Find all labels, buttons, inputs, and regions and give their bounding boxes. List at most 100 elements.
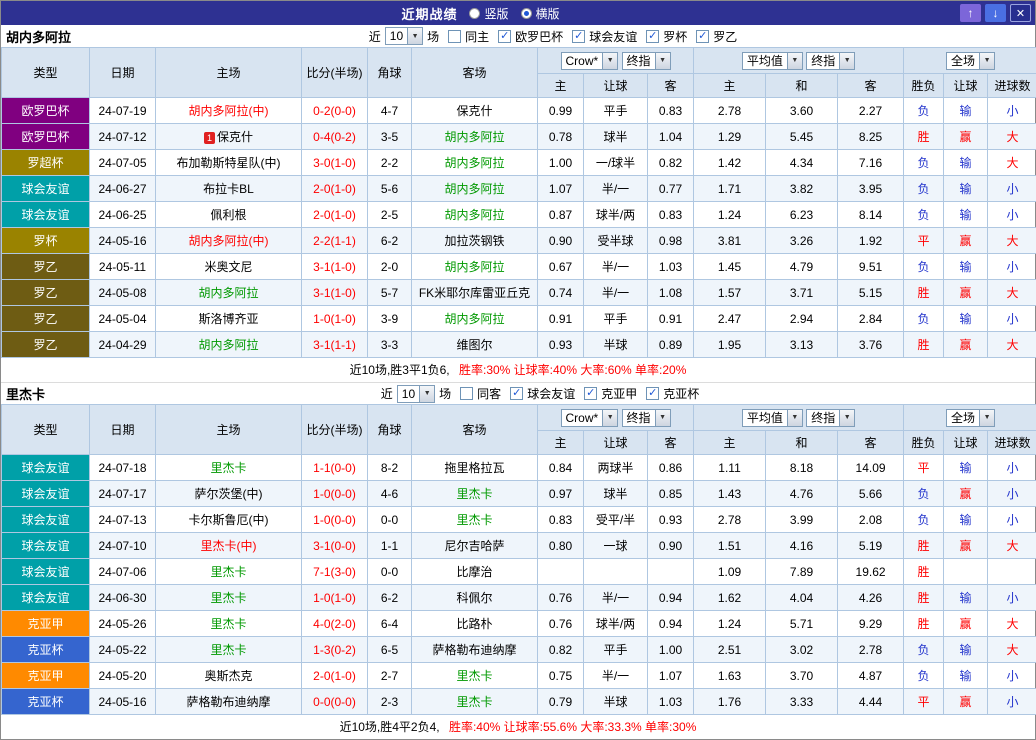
same-venue-checkbox[interactable] bbox=[460, 387, 473, 400]
avg-home: 1.95 bbox=[694, 332, 766, 358]
odds-final-select[interactable]: 终指▼ bbox=[622, 409, 671, 427]
view-option-label: 竖版 bbox=[484, 5, 508, 22]
odds-home: 0.84 bbox=[538, 455, 584, 481]
avg-home: 2.47 bbox=[694, 306, 766, 332]
match-count-select[interactable]: 10▼ bbox=[385, 27, 423, 45]
away-team: 萨格勒布迪纳摩 bbox=[412, 637, 538, 663]
avg-final-select[interactable]: 终指▼ bbox=[806, 409, 855, 427]
view-option[interactable]: 横版 bbox=[521, 5, 560, 22]
summary-rates: 胜率:30% 让球率:40% 大率:60% 单率:20% bbox=[459, 363, 686, 377]
result-goals bbox=[988, 559, 1036, 585]
away-team: 比摩治 bbox=[412, 559, 538, 585]
league-filter-checkbox[interactable]: ✓ bbox=[510, 387, 523, 400]
league-tag: 球会友谊 bbox=[2, 176, 90, 202]
avg-select[interactable]: 平均值▼ bbox=[742, 52, 803, 70]
match-date: 24-07-18 bbox=[90, 455, 156, 481]
col-corner: 角球 bbox=[368, 405, 412, 455]
odds-home: 1.07 bbox=[538, 176, 584, 202]
score: 1-3(0-2) bbox=[302, 637, 368, 663]
avg-final-value: 终指 bbox=[807, 52, 839, 69]
away-team-name: 胡内多阿拉 bbox=[444, 156, 504, 170]
league-filter-checkbox[interactable]: ✓ bbox=[646, 387, 659, 400]
away-team: 胡内多阿拉 bbox=[412, 124, 538, 150]
away-team: 拖里格拉瓦 bbox=[412, 455, 538, 481]
odds-source-select[interactable]: Crow*▼ bbox=[561, 52, 619, 70]
odds-handicap: 半球 bbox=[584, 689, 648, 715]
avg-home: 1.71 bbox=[694, 176, 766, 202]
odds-home: 0.67 bbox=[538, 254, 584, 280]
odds-home: 0.83 bbox=[538, 507, 584, 533]
avg-draw: 4.79 bbox=[766, 254, 838, 280]
away-team-name: 科佩尔 bbox=[456, 591, 492, 605]
home-team-name: 里杰卡 bbox=[210, 643, 246, 657]
league-filter-checkbox[interactable]: ✓ bbox=[696, 30, 709, 43]
avg-away: 7.16 bbox=[838, 150, 904, 176]
col-score: 比分(半场) bbox=[302, 48, 368, 98]
result-wdl: 负 bbox=[904, 306, 944, 332]
odds-handicap: 球半 bbox=[584, 124, 648, 150]
league-tag: 克亚甲 bbox=[2, 611, 90, 637]
match-date: 24-05-20 bbox=[90, 663, 156, 689]
window-controls: ↑ ↓ ✕ bbox=[960, 4, 1031, 22]
close-button[interactable]: ✕ bbox=[1010, 4, 1031, 22]
col-date: 日期 bbox=[90, 405, 156, 455]
avg-draw: 5.45 bbox=[766, 124, 838, 150]
score: 3-1(0-0) bbox=[302, 533, 368, 559]
odds-source-select[interactable]: Crow*▼ bbox=[561, 409, 619, 427]
away-team-name: 胡内多阿拉 bbox=[444, 182, 504, 196]
avg-select[interactable]: 平均值▼ bbox=[742, 409, 803, 427]
avg-away: 2.84 bbox=[838, 306, 904, 332]
avg-home: 3.81 bbox=[694, 228, 766, 254]
away-team: 胡内多阿拉 bbox=[412, 306, 538, 332]
league-tag: 罗杯 bbox=[2, 228, 90, 254]
odds-away: 0.83 bbox=[648, 202, 694, 228]
result-goals: 小 bbox=[988, 585, 1036, 611]
league-filter-checkbox[interactable]: ✓ bbox=[498, 30, 511, 43]
match-row: 克亚杯24-05-22里杰卡1-3(0-2)6-5萨格勒布迪纳摩0.82平手1.… bbox=[2, 637, 1036, 663]
odds-home: 0.87 bbox=[538, 202, 584, 228]
odds-handicap: 两球半 bbox=[584, 455, 648, 481]
match-row: 球会友谊24-07-06里杰卡7-1(3-0)0-0比摩治1.097.8919.… bbox=[2, 559, 1036, 585]
corner-score: 3-9 bbox=[368, 306, 412, 332]
result-wdl: 胜 bbox=[904, 585, 944, 611]
corner-score: 2-7 bbox=[368, 663, 412, 689]
section-head: 胡内多阿拉 近10▼场同主✓欧罗巴杯✓球会友谊✓罗杯✓罗乙 bbox=[1, 25, 1035, 47]
scope-value: 全场 bbox=[947, 409, 979, 426]
corner-score: 6-2 bbox=[368, 585, 412, 611]
away-team: 胡内多阿拉 bbox=[412, 254, 538, 280]
move-up-button[interactable]: ↑ bbox=[960, 4, 981, 22]
score: 0-0(0-0) bbox=[302, 689, 368, 715]
odds-home: 0.97 bbox=[538, 481, 584, 507]
league-filter-checkbox[interactable]: ✓ bbox=[646, 30, 659, 43]
same-venue-checkbox[interactable] bbox=[448, 30, 461, 43]
result-handicap: 输 bbox=[944, 98, 988, 124]
home-team-name: 保克什 bbox=[217, 130, 253, 144]
avg-header-cell: 平均值▼ 终指▼ bbox=[694, 405, 904, 431]
avg-home: 1.11 bbox=[694, 455, 766, 481]
scope-select[interactable]: 全场▼ bbox=[946, 52, 995, 70]
view-option[interactable]: 竖版 bbox=[469, 5, 508, 22]
away-team: 比路朴 bbox=[412, 611, 538, 637]
avg-draw: 4.76 bbox=[766, 481, 838, 507]
result-goals: 大 bbox=[988, 150, 1036, 176]
result-handicap: 输 bbox=[944, 306, 988, 332]
match-row: 罗乙24-05-08胡内多阿拉3-1(1-0)5-7FK米耶尔库雷亚丘克0.74… bbox=[2, 280, 1036, 306]
avg-home: 1.24 bbox=[694, 202, 766, 228]
summary-rates: 胜率:40% 让球率:55.6% 大率:33.3% 单率:30% bbox=[449, 720, 696, 734]
match-date: 24-07-10 bbox=[90, 533, 156, 559]
odds-final-select[interactable]: 终指▼ bbox=[622, 52, 671, 70]
odds-away: 0.89 bbox=[648, 332, 694, 358]
scope-select[interactable]: 全场▼ bbox=[946, 409, 995, 427]
league-filter-checkbox[interactable]: ✓ bbox=[572, 30, 585, 43]
league-filter-checkbox[interactable]: ✓ bbox=[584, 387, 597, 400]
match-count-select[interactable]: 10▼ bbox=[397, 385, 435, 403]
result-handicap: 赢 bbox=[944, 228, 988, 254]
move-down-button[interactable]: ↓ bbox=[985, 4, 1006, 22]
result-wdl: 负 bbox=[904, 254, 944, 280]
avg-final-select[interactable]: 终指▼ bbox=[806, 52, 855, 70]
score: 1-0(0-0) bbox=[302, 481, 368, 507]
matches-label: 场 bbox=[439, 385, 451, 402]
league-filter-label: 欧罗巴杯 bbox=[515, 28, 563, 45]
odds-handicap: 平手 bbox=[584, 98, 648, 124]
match-row: 球会友谊24-07-18里杰卡1-1(0-0)8-2拖里格拉瓦0.84两球半0.… bbox=[2, 455, 1036, 481]
